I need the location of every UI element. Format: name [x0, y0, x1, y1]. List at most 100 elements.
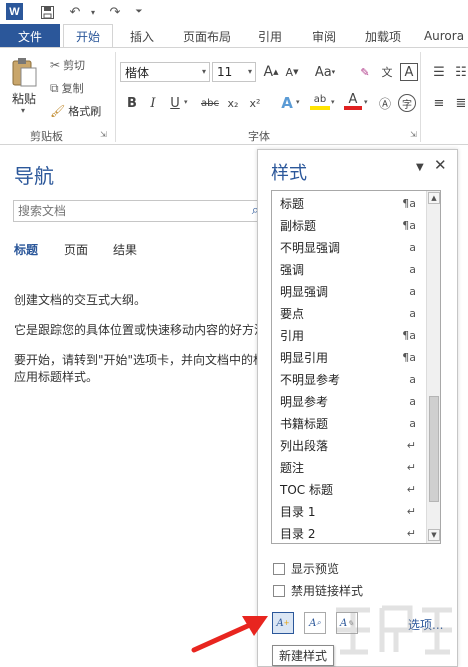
style-type-icon: ¶a — [402, 350, 416, 364]
style-item[interactable]: 要点 a — [280, 302, 416, 324]
styles-scrollbar[interactable]: ▲ ▼ — [426, 191, 440, 543]
new-style-button[interactable]: A + — [272, 612, 294, 634]
shrink-font-button[interactable]: A ▼ — [283, 63, 301, 81]
paste-icon[interactable] — [10, 57, 38, 87]
style-item[interactable]: 标题 ¶a — [280, 192, 416, 214]
align-center-icon[interactable]: ≣ — [452, 94, 468, 112]
bold-button[interactable]: B — [123, 94, 141, 112]
phonetic-guide-icon[interactable]: 文 — [378, 63, 396, 81]
show-preview-option[interactable]: 显示预览 — [273, 560, 339, 577]
tab-review[interactable]: 审阅 — [304, 24, 344, 48]
tab-aurora[interactable]: Aurora — [420, 24, 468, 48]
bullets-icon[interactable]: ☰ — [430, 63, 448, 81]
disable-linked-checkbox[interactable] — [273, 584, 285, 597]
style-name: 明显引用 — [280, 350, 329, 365]
numbering-icon[interactable]: ☷ — [452, 63, 468, 81]
scroll-up-icon[interactable]: ▲ — [428, 192, 440, 204]
style-name: 书籍标题 — [280, 416, 329, 431]
tab-file[interactable]: 文件 — [0, 24, 60, 48]
highlight-button[interactable]: ab — [310, 92, 330, 110]
nav-tab-pages[interactable]: 页面 — [64, 241, 88, 258]
style-item[interactable]: 书籍标题 a — [280, 412, 416, 434]
undo-dropdown-icon[interactable]: ▾ — [84, 3, 102, 21]
scroll-down-icon[interactable]: ▼ — [428, 529, 440, 541]
text-effect-button[interactable]: A — [278, 94, 296, 112]
group-divider — [420, 52, 421, 142]
tab-addins[interactable]: 加载项 — [358, 24, 408, 48]
style-item[interactable]: 不明显强调 a — [280, 236, 416, 258]
tab-home[interactable]: 开始 — [63, 24, 113, 48]
style-name: 明显强调 — [280, 284, 329, 299]
style-item[interactable]: 不明显参考 a — [280, 368, 416, 390]
nav-tab-headings[interactable]: 标题 — [14, 241, 38, 258]
paste-button[interactable]: 粘贴 — [12, 90, 36, 107]
underline-dropdown-icon[interactable]: ▾ — [184, 98, 188, 106]
style-name: 副标题 — [280, 218, 317, 233]
style-item[interactable]: 明显强调 a — [280, 280, 416, 302]
font-launcher-icon[interactable]: ⇲ — [410, 130, 417, 139]
clear-format-icon[interactable]: ✎ — [356, 63, 374, 81]
style-item[interactable]: TOC 标题 ↵ — [280, 478, 416, 500]
styles-list[interactable]: 标题 ¶a 副标题 ¶a 不明显强调 a 强调 a 明显强调 a 要点 a 引用 ¶a 明显引… — [271, 190, 441, 544]
highlight-dropdown-icon[interactable]: ▾ — [331, 98, 335, 106]
underline-button[interactable]: U — [166, 94, 184, 112]
style-type-icon: a — [409, 240, 416, 254]
font-size-combo[interactable]: 11 ▾ — [212, 62, 256, 82]
nav-search-box[interactable]: ⌕ — [13, 200, 263, 222]
text-effect-dropdown-icon[interactable]: ▾ — [296, 98, 300, 106]
strikethrough-button[interactable]: abc — [198, 94, 222, 112]
change-case-button[interactable]: Aa ▾ — [312, 63, 338, 81]
undo-icon[interactable]: ↶ — [66, 3, 84, 21]
font-color-dropdown-icon[interactable]: ▾ — [364, 98, 368, 106]
chevron-down-icon[interactable]: ▾ — [202, 67, 206, 76]
font-color-button[interactable]: A — [344, 92, 362, 110]
pane-options-icon[interactable]: ▼ — [416, 162, 424, 173]
style-type-icon: ¶a — [402, 328, 416, 342]
show-preview-checkbox[interactable] — [273, 562, 285, 575]
close-icon[interactable]: ✕ — [434, 156, 447, 174]
superscript-button[interactable]: x² — [246, 94, 264, 112]
char-border-button[interactable]: A — [400, 63, 418, 81]
nav-tab-results[interactable]: 结果 — [113, 241, 137, 258]
tab-insert[interactable]: 插入 — [122, 24, 162, 48]
clipboard-launcher-icon[interactable]: ⇲ — [100, 130, 107, 139]
disable-linked-option[interactable]: 禁用链接样式 — [273, 582, 363, 599]
enclose-char-button[interactable]: 字 — [398, 94, 416, 112]
tab-layout[interactable]: 页面布局 — [176, 24, 238, 48]
style-item[interactable]: 目录 1 ↵ — [280, 500, 416, 522]
cut-button[interactable]: ✂ 剪切 — [50, 57, 85, 73]
char-shading-icon[interactable]: Ⓐ — [376, 94, 394, 112]
save-icon[interactable] — [38, 3, 56, 21]
redo-icon[interactable]: ↷ — [106, 3, 124, 21]
copy-button[interactable]: ⧉ 复制 — [50, 80, 84, 96]
style-item[interactable]: 目录 2 ↵ — [280, 522, 416, 543]
style-item[interactable]: 强调 a — [280, 258, 416, 280]
style-type-icon: a — [409, 284, 416, 298]
style-name: 引用 — [280, 328, 305, 343]
style-item[interactable]: 副标题 ¶a — [280, 214, 416, 236]
style-inspector-button[interactable]: A ⌕ — [304, 612, 326, 634]
style-type-icon: ¶a — [402, 218, 416, 232]
nav-search-input[interactable] — [14, 201, 234, 221]
chevron-down-icon[interactable]: ▾ — [248, 67, 252, 76]
italic-button[interactable]: I — [144, 94, 162, 112]
subscript-button[interactable]: x₂ — [224, 94, 242, 112]
grow-font-button[interactable]: A ▲ — [262, 63, 280, 81]
style-item[interactable]: 引用 ¶a — [280, 324, 416, 346]
style-item[interactable]: 明显参考 a — [280, 390, 416, 412]
paste-dropdown-icon[interactable]: ▾ — [21, 106, 25, 115]
nav-help-line: 它是跟踪您的具体位置或快速移动内容的好方法 — [14, 323, 267, 337]
style-item[interactable]: 明显引用 ¶a — [280, 346, 416, 368]
style-name: 不明显强调 — [280, 240, 341, 255]
style-item[interactable]: 列出段落 ↵ — [280, 434, 416, 456]
align-left-icon[interactable]: ≡ — [430, 94, 448, 112]
tab-references[interactable]: 引用 — [250, 24, 290, 48]
format-painter-button[interactable]: 🖌 格式刷 — [50, 103, 101, 119]
styles-pane: 样式 ▼ ✕ 标题 ¶a 副标题 ¶a 不明显强调 a 强调 a 明显强调 a 要点 a 引… — [257, 149, 458, 667]
style-item[interactable]: 题注 ↵ — [280, 456, 416, 478]
style-name: 不明显参考 — [280, 372, 341, 387]
customize-qat-icon[interactable]: ⏷ — [130, 3, 148, 21]
style-name: 标题 — [280, 196, 305, 211]
scrollbar-thumb[interactable] — [429, 396, 439, 502]
font-name-combo[interactable]: 楷体 ▾ — [120, 62, 210, 82]
